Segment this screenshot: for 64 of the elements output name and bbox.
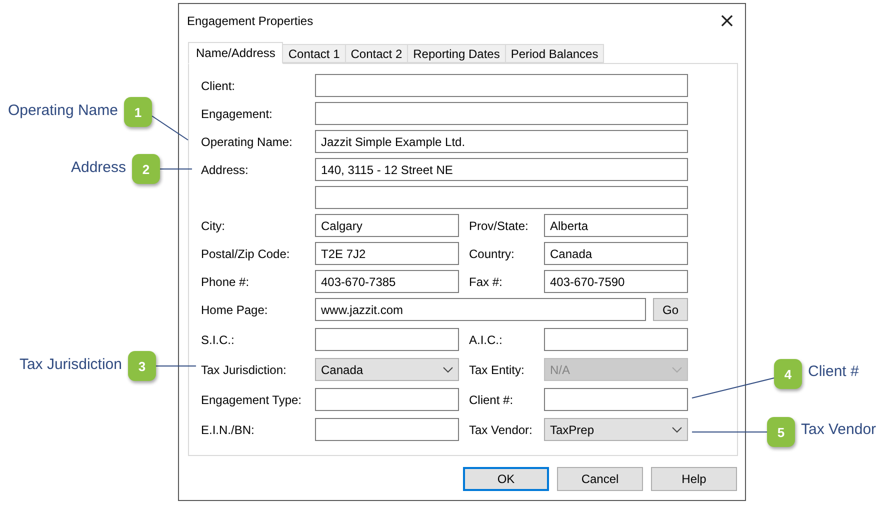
input-field[interactable]: Alberta bbox=[544, 214, 688, 237]
go-button[interactable]: Go bbox=[653, 298, 688, 321]
input-field[interactable] bbox=[315, 186, 688, 209]
tab[interactable]: Reporting Dates bbox=[408, 44, 506, 63]
callout-badge: 4 bbox=[774, 359, 802, 389]
field-label: Address: bbox=[201, 162, 248, 176]
tab[interactable]: Contact 1 bbox=[283, 44, 346, 63]
input-field[interactable]: 140, 3115 - 12 Street NE bbox=[315, 158, 688, 181]
input-field[interactable] bbox=[315, 418, 459, 441]
callout-label: Tax Vendor bbox=[801, 421, 876, 438]
field-label: Home Page: bbox=[201, 302, 268, 316]
chevron-down-icon bbox=[443, 366, 453, 372]
callout-badge: 3 bbox=[128, 351, 156, 381]
input-field[interactable] bbox=[544, 388, 688, 411]
field-label: Tax Entity: bbox=[469, 362, 524, 376]
field-label: Engagement: bbox=[201, 106, 272, 120]
input-field[interactable]: 403-670-7385 bbox=[315, 270, 459, 293]
tab[interactable]: Name/Address bbox=[188, 42, 284, 64]
callout-label: Address bbox=[70, 159, 126, 176]
input-field[interactable] bbox=[315, 328, 459, 351]
field-label: Engagement Type: bbox=[201, 392, 302, 406]
dialog-button[interactable]: Cancel bbox=[557, 467, 643, 491]
input-field[interactable] bbox=[315, 102, 688, 125]
chevron-down-icon bbox=[672, 366, 682, 372]
input-field[interactable]: T2E 7J2 bbox=[315, 242, 459, 265]
field-label: Client: bbox=[201, 78, 236, 92]
dropdown[interactable]: TaxPrep bbox=[544, 418, 688, 441]
input-field[interactable] bbox=[544, 328, 688, 351]
field-label: Postal/Zip Code: bbox=[201, 246, 290, 260]
leader-line bbox=[152, 116, 188, 140]
callout-badge: 2 bbox=[132, 154, 160, 184]
callout-label: Tax Jurisdiction bbox=[19, 356, 122, 373]
field-label: Phone #: bbox=[201, 274, 250, 288]
field-label: Prov/State: bbox=[469, 218, 528, 232]
field-label: Tax Vendor: bbox=[469, 422, 532, 436]
tab[interactable]: Contact 2 bbox=[346, 44, 408, 63]
input-field[interactable]: www.jazzit.com bbox=[315, 298, 646, 321]
field-label: A.I.C.: bbox=[469, 332, 502, 346]
dropdown[interactable]: Canada bbox=[315, 358, 459, 381]
callout-label: Operating Name bbox=[8, 102, 118, 119]
dialog-button[interactable]: OK bbox=[463, 467, 549, 491]
leader-line bbox=[160, 168, 192, 170]
field-label: Operating Name: bbox=[201, 134, 292, 148]
field-label: E.I.N./BN: bbox=[201, 422, 254, 436]
field-label: Client #: bbox=[469, 392, 514, 406]
field-label: S.I.C.: bbox=[201, 332, 234, 346]
input-field[interactable]: Canada bbox=[544, 242, 688, 265]
field-label: Fax #: bbox=[469, 274, 502, 288]
callout-label: Client # bbox=[808, 363, 859, 380]
input-field[interactable] bbox=[315, 388, 459, 411]
dialog-button[interactable]: Help bbox=[651, 467, 737, 491]
input-field[interactable]: 403-670-7590 bbox=[544, 270, 688, 293]
callout-badge: 1 bbox=[124, 97, 152, 127]
input-field[interactable]: Calgary bbox=[315, 214, 459, 237]
field-label: Tax Jurisdiction: bbox=[201, 362, 286, 376]
tab[interactable]: Period Balances bbox=[506, 44, 604, 63]
field-label: City: bbox=[201, 218, 225, 232]
input-field[interactable] bbox=[315, 74, 688, 97]
window-title: Engagement Properties bbox=[187, 14, 314, 28]
field-label: Country: bbox=[469, 246, 514, 260]
close-button[interactable]: × bbox=[709, 6, 745, 34]
input-field[interactable]: Jazzit Simple Example Ltd. bbox=[315, 130, 688, 153]
callout-badge: 5 bbox=[767, 417, 795, 447]
chevron-down-icon bbox=[672, 426, 682, 432]
